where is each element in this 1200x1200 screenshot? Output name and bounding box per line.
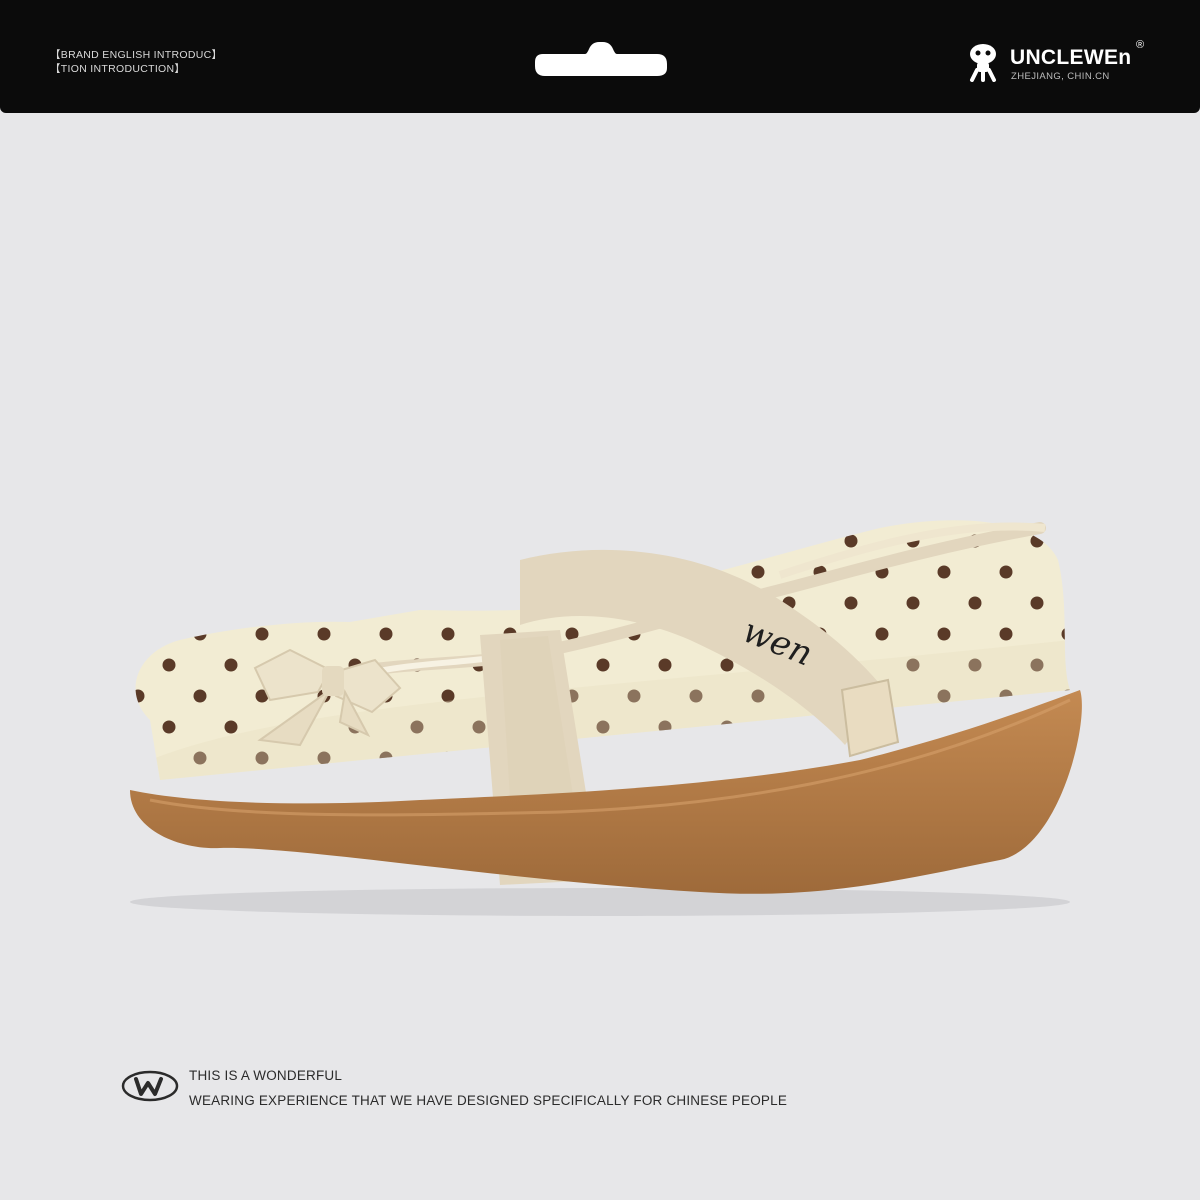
mushroom-character-icon — [970, 44, 996, 82]
tagline-line-2: WEARING EXPERIENCE THAT WE HAVE DESIGNED… — [189, 1093, 788, 1108]
hang-tab-slot — [535, 42, 667, 76]
brand-location: ZHEJIANG, CHIN.CN — [1011, 71, 1110, 82]
brand-name: UNCLEWEn — [1010, 46, 1132, 69]
header-bar: 【BRAND ENGLISH INTRODUC】 【TION INTRODUCT… — [0, 0, 1200, 113]
brand-intro-line-1: 【BRAND ENGLISH INTRODUC】 — [50, 49, 223, 61]
brand-intro: 【BRAND ENGLISH INTRODUC】 【TION INTRODUCT… — [50, 48, 222, 76]
shoe-photo: wen — [130, 520, 1082, 916]
tagline: THIS IS A WONDERFUL WEARING EXPERIENCE T… — [189, 1063, 787, 1113]
w-oval-logo-icon — [121, 1070, 179, 1102]
brand-intro-line-2: 【TION INTRODUCTION】 — [50, 63, 186, 75]
brand-lockup: UNCLEWEn ® ZHEJIANG, CHIN.CN — [966, 38, 1156, 86]
tagline-line-1: THIS IS A WONDERFUL — [189, 1068, 343, 1083]
registered-mark: ® — [1136, 39, 1145, 51]
